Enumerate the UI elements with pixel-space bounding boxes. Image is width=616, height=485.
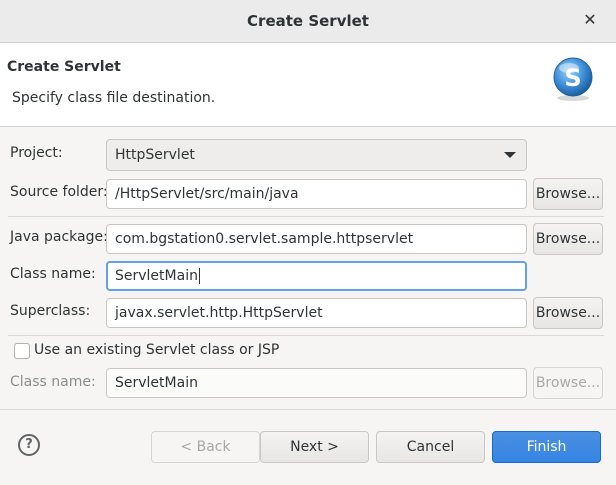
separator: [8, 335, 604, 336]
footer-separator: [0, 409, 616, 410]
close-icon[interactable]: ✕: [580, 10, 600, 32]
superclass-input[interactable]: javax.servlet.http.HttpServlet: [106, 298, 527, 328]
source-folder-input[interactable]: /HttpServlet/src/main/java: [106, 179, 527, 209]
wizard-header: Create Servlet Specify class file destin…: [0, 43, 616, 127]
source-folder-browse-button[interactable]: Browse...: [533, 178, 603, 210]
cancel-button[interactable]: Cancel: [376, 431, 485, 463]
existing-servlet-label[interactable]: Use an existing Servlet class or JSP: [34, 342, 279, 358]
logo-letter: S: [564, 64, 581, 92]
existing-class-browse-button: Browse...: [533, 367, 603, 399]
text-caret: [198, 268, 200, 284]
superclass-browse-button[interactable]: Browse...: [533, 297, 603, 329]
help-icon[interactable]: ?: [18, 434, 40, 456]
superclass-label: Superclass:: [10, 303, 91, 319]
finish-button[interactable]: Finish: [492, 431, 601, 463]
existing-servlet-checkbox[interactable]: [14, 343, 30, 359]
project-value: HttpServlet: [115, 147, 195, 163]
back-button: < Back: [151, 431, 260, 463]
java-package-label: Java package:: [10, 229, 108, 245]
title-bar: Create Servlet ✕: [0, 0, 616, 43]
java-package-browse-button[interactable]: Browse...: [533, 223, 603, 255]
separator: [8, 216, 604, 217]
existing-class-name-label: Class name:: [10, 374, 96, 390]
source-folder-label: Source folder:: [10, 184, 108, 200]
class-name-value: ServletMain: [115, 268, 198, 284]
page-title: Create Servlet: [7, 59, 121, 75]
java-package-input[interactable]: com.bgstation0.servlet.sample.httpservle…: [106, 224, 527, 254]
servlet-logo-icon: S: [553, 57, 593, 101]
chevron-down-icon: [504, 152, 516, 158]
page-description: Specify class file destination.: [12, 90, 216, 106]
class-name-label: Class name:: [10, 266, 96, 282]
class-name-input[interactable]: ServletMain: [106, 261, 527, 291]
project-label: Project:: [10, 145, 63, 161]
window-title: Create Servlet: [247, 12, 369, 30]
next-button[interactable]: Next >: [260, 431, 369, 463]
existing-class-name-input: ServletMain: [106, 368, 527, 398]
project-combo[interactable]: HttpServlet: [106, 139, 527, 171]
